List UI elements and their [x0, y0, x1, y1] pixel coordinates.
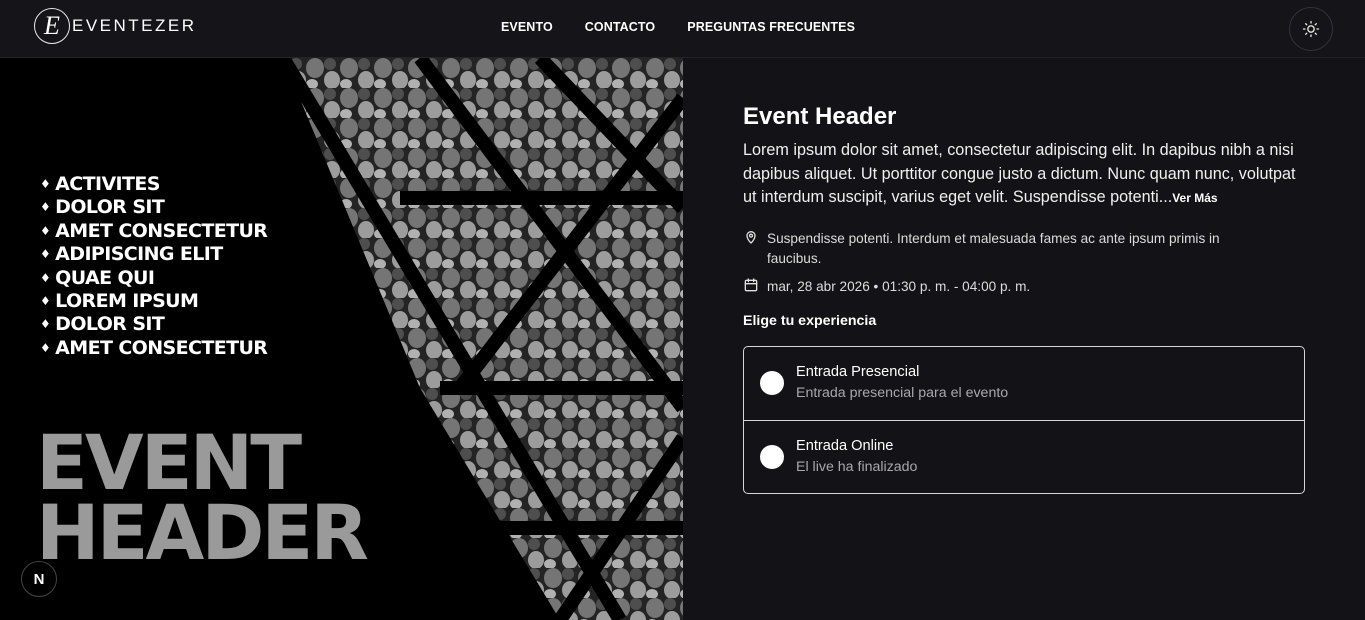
activity-item: ADIPISCING ELIT	[40, 243, 267, 267]
activities-list: ACTIVITES DOLOR SIT AMET CONSECTETUR ADI…	[40, 173, 268, 361]
activity-item: QUAE QUI	[40, 267, 267, 291]
event-title: Event Header	[743, 103, 897, 130]
experience-label: Elige tu experiencia	[743, 312, 877, 329]
nav-link-contacto[interactable]: CONTACTO	[585, 20, 655, 34]
activity-item: DOLOR SIT	[40, 314, 267, 337]
event-details: Event Header Lorem ipsum dolor sit amet,…	[743, 100, 1305, 494]
event-datetime-text: mar, 28 abr 2026 • 01:30 p. m. - 04:00 p…	[767, 278, 1031, 294]
main-nav: EVENTO CONTACTO PREGUNTAS FRECUENTES	[501, 20, 855, 34]
option-entrada-presencial[interactable]: Entrada Presencial Entrada presencial pa…	[744, 347, 1304, 420]
brand-name: EVENTEZER	[72, 16, 197, 35]
banner-title-line2: HEADER	[36, 488, 369, 577]
event-location-text: Suspendisse potenti. Interdum et malesua…	[767, 230, 1220, 266]
radio-button[interactable]	[760, 444, 784, 469]
theme-toggle-button[interactable]	[1289, 7, 1333, 51]
event-datetime: mar, 28 abr 2026 • 01:30 p. m. - 04:00 p…	[743, 277, 1305, 297]
top-navbar: E EVENTEZER EVENTO CONTACTO PREGUNTAS FR…	[0, 0, 1365, 58]
event-description: Lorem ipsum dolor sit amet, consectetur …	[743, 139, 1305, 211]
ver-mas-link[interactable]: Ver Más	[1172, 191, 1217, 205]
option-subtitle: El live ha finalizado	[796, 458, 918, 475]
activity-item: AMET CONSECTETUR	[40, 337, 268, 361]
nav-link-evento[interactable]: EVENTO	[501, 20, 553, 34]
sun-icon	[1302, 20, 1320, 38]
activity-item: ACTIVITES	[40, 173, 267, 197]
event-location: Suspendisse potenti. Interdum et malesua…	[743, 229, 1305, 269]
option-subtitle: Entrada presencial para el evento	[796, 384, 1009, 401]
activity-item: LOREM IPSUM	[40, 290, 267, 314]
option-title: Entrada Presencial	[796, 363, 920, 380]
nextjs-dev-badge[interactable]: N	[21, 561, 57, 597]
activity-item: AMET CONSECTETUR	[40, 220, 268, 244]
map-pin-icon	[746, 230, 756, 244]
radio-button[interactable]	[760, 370, 784, 395]
option-title: Entrada Online	[796, 437, 894, 454]
logo-letter: E	[44, 11, 60, 40]
event-banner-image: ACTIVITES DOLOR SIT AMET CONSECTETUR ADI…	[0, 58, 683, 620]
experience-options: Entrada Presencial Entrada presencial pa…	[743, 345, 1305, 494]
activity-item: DOLOR SIT	[40, 197, 267, 220]
option-entrada-online[interactable]: Entrada Online El live ha finalizado	[744, 419, 1304, 493]
nav-link-preguntas-frecuentes[interactable]: PREGUNTAS FRECUENTES	[687, 20, 855, 34]
calendar-icon	[744, 277, 758, 291]
banner-title: EVENT HEADER	[36, 425, 369, 577]
brand-logo[interactable]: E EVENTEZER	[34, 6, 197, 46]
logo-emblem: E	[34, 8, 70, 44]
